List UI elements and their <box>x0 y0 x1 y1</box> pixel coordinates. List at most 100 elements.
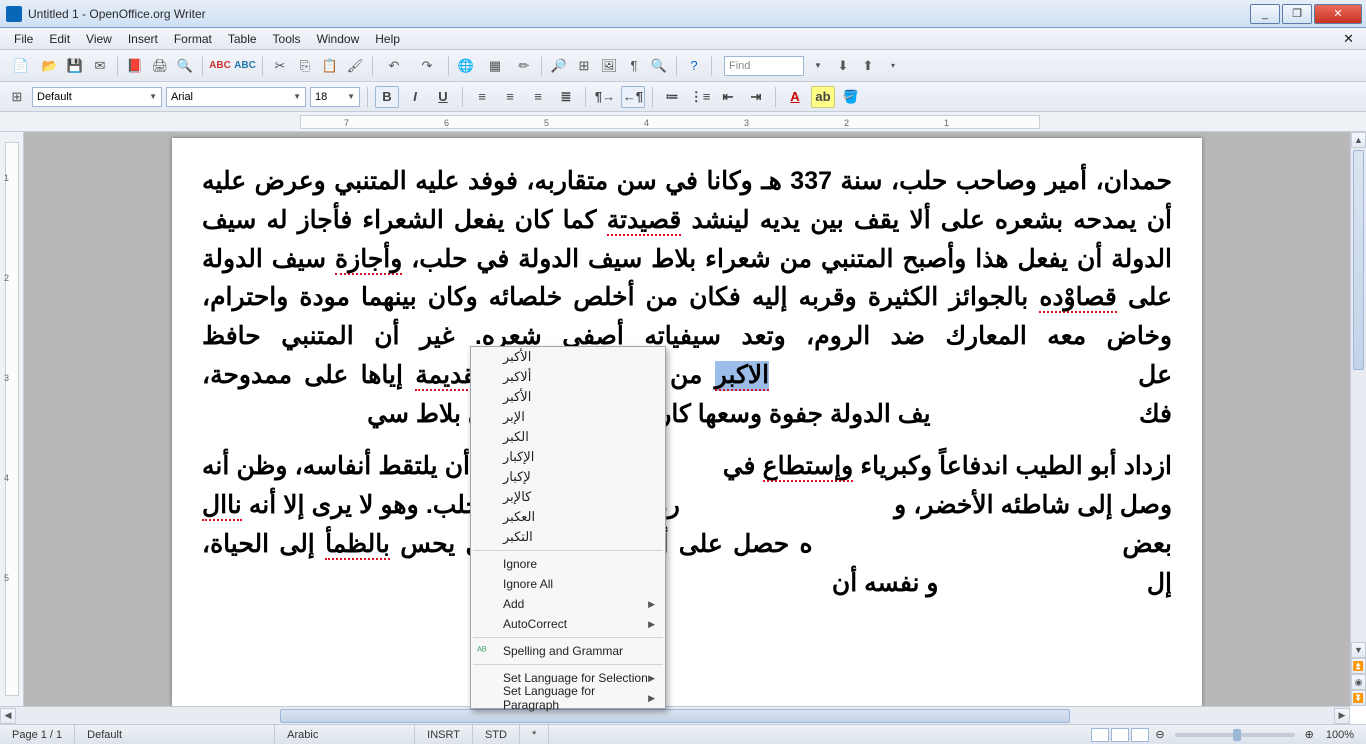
ignore-all-item[interactable]: Ignore All <box>471 574 665 594</box>
menu-insert[interactable]: Insert <box>120 28 166 49</box>
redo-button[interactable]: ↷ <box>412 55 442 77</box>
page-number-cell[interactable]: Page 1 / 1 <box>0 725 75 744</box>
menu-file[interactable]: File <box>6 28 41 49</box>
menu-tools[interactable]: Tools <box>265 28 309 49</box>
ignore-item[interactable]: Ignore <box>471 554 665 574</box>
font-color-button[interactable]: A <box>783 86 807 108</box>
auto-spellcheck-button[interactable]: ABC <box>234 55 256 77</box>
scroll-right-button[interactable]: ▶ <box>1334 708 1350 724</box>
bold-button[interactable]: B <box>375 86 399 108</box>
scroll-down-button[interactable]: ▼ <box>1351 642 1366 658</box>
multi-page-view[interactable] <box>1111 728 1129 742</box>
suggestion-2[interactable]: الأكبر <box>471 387 665 407</box>
menu-view[interactable]: View <box>78 28 120 49</box>
numbering-button[interactable]: ≔ <box>660 86 684 108</box>
show-draw-button[interactable]: ✏ <box>513 55 535 77</box>
print-preview-button[interactable]: 🔍 <box>174 55 196 77</box>
zoom-level[interactable]: 100% <box>1314 725 1366 744</box>
language-cell[interactable]: Arabic <box>275 725 415 744</box>
restore-button[interactable]: ❐ <box>1282 4 1312 24</box>
scroll-left-button[interactable]: ◀ <box>0 708 16 724</box>
ltr-button[interactable]: ¶→ <box>593 86 617 108</box>
menu-edit[interactable]: Edit <box>41 28 78 49</box>
bullets-button[interactable]: ⋮≡ <box>688 86 712 108</box>
book-view[interactable] <box>1131 728 1149 742</box>
suggestion-7[interactable]: كالإبر <box>471 487 665 507</box>
email-button[interactable]: ✉ <box>89 55 111 77</box>
hscroll-thumb[interactable] <box>280 709 1071 723</box>
scroll-up-button[interactable]: ▲ <box>1351 132 1366 148</box>
suggestion-4[interactable]: الكبر <box>471 427 665 447</box>
selection-mode-cell[interactable]: STD <box>473 725 520 744</box>
increase-indent-button[interactable]: ⇥ <box>744 86 768 108</box>
align-right-button[interactable]: ≡ <box>526 86 550 108</box>
vertical-ruler[interactable]: 1 2 3 4 5 <box>0 132 24 706</box>
undo-button[interactable]: ↶ <box>379 55 409 77</box>
print-button[interactable]: 🖨 <box>149 55 171 77</box>
open-button[interactable]: 📂 <box>39 55 61 77</box>
single-page-view[interactable] <box>1091 728 1109 742</box>
justify-button[interactable]: ≣ <box>554 86 578 108</box>
font-name-combo[interactable]: Arial ▼ <box>166 87 306 107</box>
scroll-thumb[interactable] <box>1353 150 1364 370</box>
suggestion-3[interactable]: الإبر <box>471 407 665 427</box>
minimize-button[interactable]: _ <box>1250 4 1280 24</box>
styles-button[interactable]: ⊞ <box>6 86 28 108</box>
cut-button[interactable]: ✂ <box>269 55 291 77</box>
zoom-button[interactable]: 🔍 <box>648 55 670 77</box>
menu-help[interactable]: Help <box>367 28 408 49</box>
document-close-button[interactable]: ✕ <box>1337 31 1360 47</box>
highlight-button[interactable]: ab <box>811 86 835 108</box>
horizontal-ruler[interactable]: 1 2 3 4 5 6 7 <box>0 112 1366 132</box>
find-prev-button[interactable]: ⬆ <box>857 55 879 77</box>
hyperlink-button[interactable]: 🌐 <box>455 55 477 77</box>
paragraph-style-combo[interactable]: Default ▼ <box>32 87 162 107</box>
suggestion-5[interactable]: الإكبار <box>471 447 665 467</box>
page[interactable]: حمدان، أمير وصاحب حلب، سنة 337 هـ وكانا … <box>172 138 1202 706</box>
menu-window[interactable]: Window <box>309 28 368 49</box>
set-lang-paragraph-item[interactable]: Set Language for Paragraph▶ <box>471 688 665 708</box>
font-size-combo[interactable]: 18 ▼ <box>310 87 360 107</box>
background-color-button[interactable]: 🪣 <box>839 86 863 108</box>
zoom-in-button[interactable]: ⊕ <box>1305 728 1314 741</box>
add-item[interactable]: Add▶ <box>471 594 665 614</box>
autocorrect-item[interactable]: AutoCorrect▶ <box>471 614 665 634</box>
align-center-button[interactable]: ≡ <box>498 86 522 108</box>
suggestion-9[interactable]: التكبر <box>471 527 665 547</box>
suggestion-0[interactable]: الأكبر <box>471 347 665 367</box>
zoom-out-button[interactable]: ⊖ <box>1155 728 1164 741</box>
decrease-indent-button[interactable]: ⇤ <box>716 86 740 108</box>
spelling-grammar-item[interactable]: ᴬᴮSpelling and Grammar <box>471 641 665 661</box>
suggestion-8[interactable]: العكبر <box>471 507 665 527</box>
gallery-button[interactable]: 🖼 <box>598 55 620 77</box>
underline-button[interactable]: U <box>431 86 455 108</box>
align-left-button[interactable]: ≡ <box>470 86 494 108</box>
paste-button[interactable]: 📋 <box>319 55 341 77</box>
nonprinting-button[interactable]: ¶ <box>623 55 645 77</box>
next-page-button[interactable]: ⏬ <box>1351 690 1366 706</box>
find-input[interactable]: Find <box>724 56 804 76</box>
navigator-button[interactable]: ⊞ <box>573 55 595 77</box>
find-replace-button[interactable]: 🔎 <box>548 55 570 77</box>
nav-button[interactable]: ◉ <box>1351 674 1366 690</box>
export-pdf-button[interactable]: 📕 <box>124 55 146 77</box>
suggestion-1[interactable]: ألاكبر <box>471 367 665 387</box>
italic-button[interactable]: I <box>403 86 427 108</box>
suggestion-6[interactable]: لإكبار <box>471 467 665 487</box>
menu-table[interactable]: Table <box>220 28 265 49</box>
vertical-scrollbar[interactable]: ▲ ▼ ⏫ ◉ ⏬ <box>1350 132 1366 706</box>
copy-button[interactable]: ⎘ <box>294 55 316 77</box>
toolbar-overflow[interactable]: ▾ <box>882 55 904 77</box>
format-paintbrush-button[interactable]: 🖌 <box>344 55 366 77</box>
help-button[interactable]: ? <box>683 55 705 77</box>
zoom-knob[interactable] <box>1233 729 1241 741</box>
find-next-button[interactable]: ⬇ <box>832 55 854 77</box>
new-button[interactable]: 📄 <box>6 55 36 77</box>
close-button[interactable]: ✕ <box>1314 4 1362 24</box>
rtl-button[interactable]: ←¶ <box>621 86 645 108</box>
find-dropdown[interactable]: ▼ <box>807 55 829 77</box>
zoom-slider[interactable] <box>1175 733 1295 737</box>
horizontal-scrollbar[interactable]: ◀ ▶ <box>0 706 1350 724</box>
document-text[interactable]: حمدان، أمير وصاحب حلب، سنة 337 هـ وكانا … <box>202 162 1172 602</box>
menu-format[interactable]: Format <box>166 28 220 49</box>
